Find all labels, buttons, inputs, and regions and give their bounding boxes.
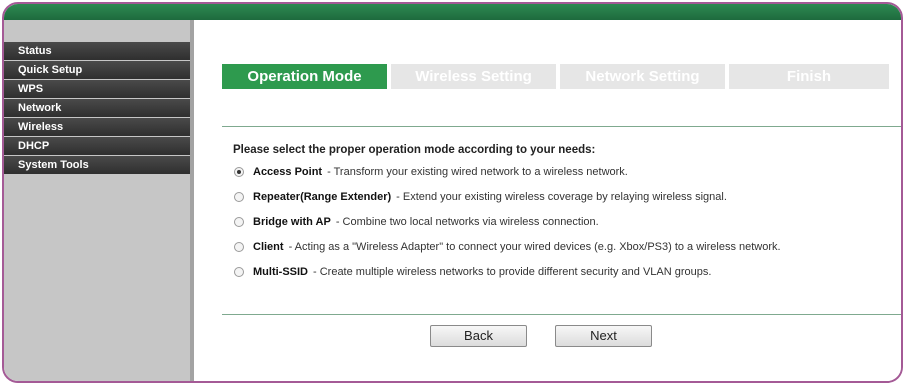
option-name: Access Point [253, 166, 323, 178]
radio-repeater[interactable] [234, 192, 244, 202]
window-frame: Status Quick Setup WPS Network Wireless … [2, 2, 903, 383]
option-name: Multi-SSID [253, 266, 308, 278]
option-desc: - Combine two local networks via wireles… [335, 216, 599, 228]
main-content: Operation Mode Wireless Setting Network … [194, 20, 901, 381]
divider-top [222, 126, 901, 127]
divider-bottom [222, 314, 901, 315]
radio-multi-ssid[interactable] [234, 267, 244, 277]
sidebar-item-wps[interactable]: WPS [4, 80, 190, 98]
option-access-point[interactable]: Access Point - Transform your existing w… [234, 166, 628, 178]
option-name: Bridge with AP [253, 216, 331, 228]
option-desc: - Transform your existing wired network … [327, 166, 628, 178]
next-button[interactable]: Next [555, 325, 652, 347]
wizard-steps: Operation Mode Wireless Setting Network … [222, 64, 893, 89]
option-name: Client [253, 241, 284, 253]
step-network-setting: Network Setting [560, 64, 725, 89]
option-bridge-with-ap[interactable]: Bridge with AP - Combine two local netwo… [234, 216, 599, 228]
header-bar [4, 4, 901, 20]
option-desc: - Acting as a "Wireless Adapter" to conn… [288, 241, 781, 253]
sidebar-menu: Status Quick Setup WPS Network Wireless … [4, 42, 190, 174]
mode-prompt: Please select the proper operation mode … [233, 144, 596, 156]
option-name: Repeater(Range Extender) [253, 191, 392, 203]
option-client[interactable]: Client - Acting as a "Wireless Adapter" … [234, 241, 781, 253]
option-multi-ssid[interactable]: Multi-SSID - Create multiple wireless ne… [234, 266, 711, 278]
radio-access-point[interactable] [234, 167, 244, 177]
sidebar: Status Quick Setup WPS Network Wireless … [4, 20, 194, 381]
radio-bridge-with-ap[interactable] [234, 217, 244, 227]
back-button[interactable]: Back [430, 325, 527, 347]
option-desc: - Create multiple wireless networks to p… [313, 266, 712, 278]
step-wireless-setting: Wireless Setting [391, 64, 556, 89]
sidebar-item-system-tools[interactable]: System Tools [4, 156, 190, 174]
sidebar-item-dhcp[interactable]: DHCP [4, 137, 190, 155]
step-finish: Finish [729, 64, 889, 89]
sidebar-item-network[interactable]: Network [4, 99, 190, 117]
sidebar-item-wireless[interactable]: Wireless [4, 118, 190, 136]
sidebar-item-quick-setup[interactable]: Quick Setup [4, 61, 190, 79]
option-repeater[interactable]: Repeater(Range Extender) - Extend your e… [234, 191, 727, 203]
step-operation-mode: Operation Mode [222, 64, 387, 89]
radio-client[interactable] [234, 242, 244, 252]
sidebar-item-status[interactable]: Status [4, 42, 190, 60]
option-desc: - Extend your existing wireless coverage… [396, 191, 727, 203]
